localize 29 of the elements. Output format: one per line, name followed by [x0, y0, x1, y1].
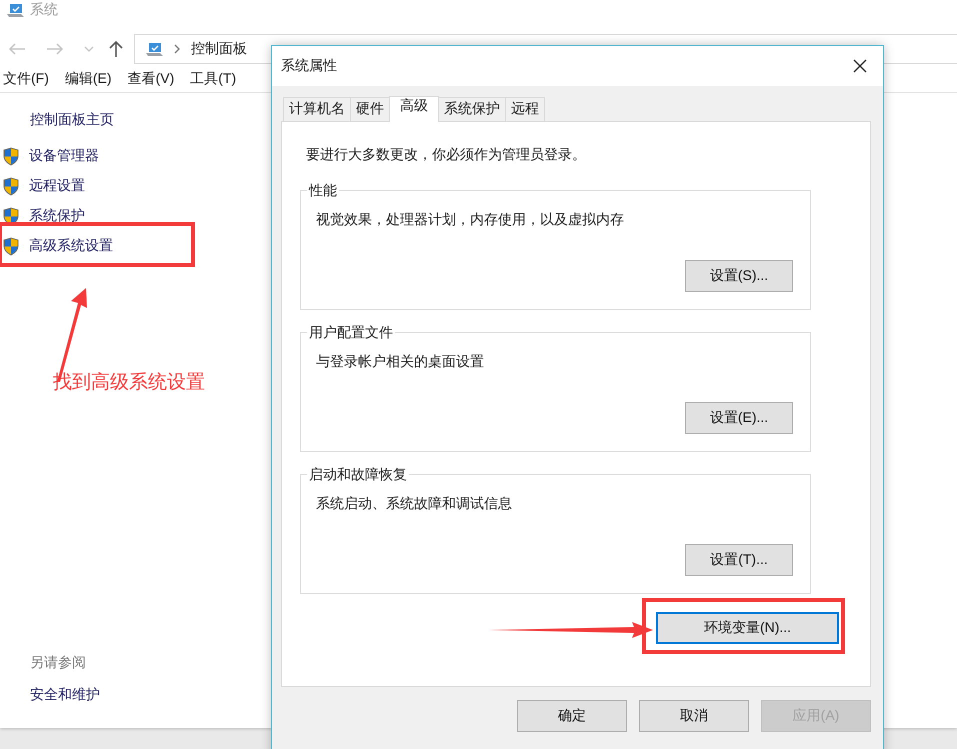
tab[interactable]: 高级 — [389, 96, 439, 122]
sidebar-link[interactable]: 控制面板主页 — [30, 111, 114, 129]
group-description: 与登录帐户相关的桌面设置 — [316, 353, 485, 371]
group-title: 性能 — [307, 182, 339, 198]
tab[interactable]: 远程 — [505, 97, 545, 121]
menu-item[interactable]: 工具(T) — [190, 70, 236, 88]
group-title: 启动和故障恢复 — [307, 466, 409, 482]
section-heading: 另请参阅 — [30, 654, 86, 672]
group-title: 用户配置文件 — [307, 324, 395, 340]
breadcrumb-item[interactable]: 控制面板 — [191, 40, 247, 58]
sidebar-link[interactable]: 高级系统设置 — [29, 237, 113, 255]
dialog-button[interactable]: 确定 — [517, 700, 627, 732]
sidebar-link[interactable]: 系统保护 — [29, 207, 85, 225]
dialog-button[interactable]: 取消 — [639, 700, 749, 732]
settings-button[interactable]: 设置(E)... — [685, 402, 793, 434]
menu-item[interactable]: 编辑(E) — [64, 70, 112, 88]
settings-button[interactable]: 设置(S)... — [685, 260, 793, 292]
menu-item[interactable]: 查看(V) — [128, 70, 174, 88]
group-description: 视觉效果，处理器计划，内存使用，以及虚拟内存 — [316, 211, 625, 229]
environment-variables-button[interactable]: 环境变量(N)... — [656, 612, 839, 644]
settings-button[interactable]: 设置(T)... — [685, 544, 793, 576]
window-title: 系统 — [30, 1, 58, 19]
sidebar-link[interactable]: 远程设置 — [29, 177, 85, 195]
notice-text: 要进行大多数更改，你必须作为管理员登录。 — [306, 146, 587, 164]
sidebar-link[interactable]: 安全和维护 — [30, 686, 100, 704]
tab[interactable]: 计算机名 — [283, 97, 351, 121]
group-description: 系统启动、系统故障和调试信息 — [316, 495, 513, 513]
sidebar-link[interactable]: 设备管理器 — [29, 147, 99, 165]
menu-item[interactable]: 文件(F) — [3, 70, 49, 88]
